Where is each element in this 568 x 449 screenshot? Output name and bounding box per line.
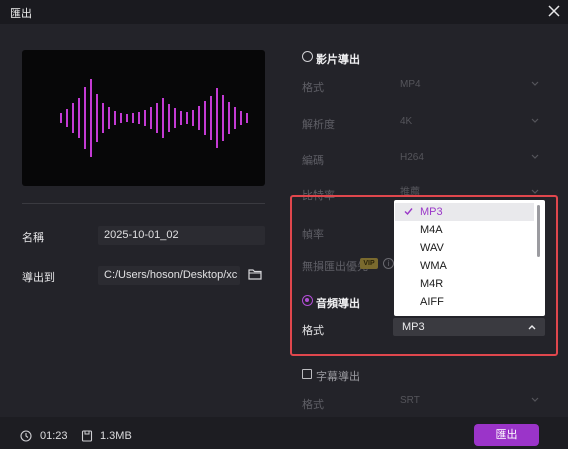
waveform-bar [114,111,116,125]
audio-format-select[interactable]: MP3 [393,318,545,336]
subtitle-format-value: SRT [400,395,420,406]
audio-option-aiff[interactable]: AIFF [395,293,534,311]
waveform-graphic [60,79,248,157]
vip-badge: VIP [360,258,378,269]
audio-format-value: MP3 [402,321,425,333]
chevron-down-icon [531,118,539,123]
audio-export-label: 音頻導出 [316,298,360,310]
audio-format-dropdown: MP3 M4A WAV WMA M4R AIFF [394,200,545,316]
info-icon[interactable]: i [383,258,394,269]
codec-label: 編碼 [302,155,324,167]
waveform-bar [240,111,242,125]
chevron-up-icon [528,325,536,330]
video-format-value: MP4 [400,79,421,90]
waveform-bar [102,103,104,133]
waveform-bar [162,98,164,138]
window-title: 匯出 [10,8,32,20]
waveform-bar [234,107,236,129]
name-label: 名稱 [22,232,44,244]
waveform-bar [132,113,134,123]
waveform-bar [210,96,212,140]
waveform-bar [150,107,152,129]
audio-option-m4r[interactable]: M4R [395,275,534,293]
bitrate-label: 比特率 [302,190,335,202]
video-format-select[interactable]: MP4 [392,76,545,94]
waveform-bar [204,101,206,135]
check-icon [404,208,413,216]
waveform-bar [90,79,92,157]
resolution-select[interactable]: 4K [392,113,545,131]
waveform-bar [96,94,98,142]
audio-option-label: M4R [420,278,444,290]
audio-option-label: WMA [420,260,447,272]
audio-option-wav[interactable]: WAV [395,239,534,257]
waveform-bar [228,102,230,134]
waveform-bar [126,114,128,122]
codec-select[interactable]: H264 [392,149,545,167]
lossless-label: 無損匯出優先 [302,261,368,273]
video-export-radio[interactable] [302,51,313,62]
file-icon [81,430,93,442]
subtitle-export-label: 字幕導出 [316,371,360,383]
chevron-down-icon [531,81,539,86]
waveform-bar [198,106,200,130]
audio-preview [22,50,265,186]
chevron-down-icon [531,397,539,402]
waveform-bar [138,112,140,124]
audio-option-label: AIFF [420,296,444,308]
waveform-bar [168,104,170,132]
video-export-label: 影片導出 [316,54,360,66]
waveform-bar [186,112,188,124]
subtitle-format-label: 格式 [302,399,324,411]
bitrate-value: 推薦 [400,187,420,198]
waveform-bar [180,111,182,125]
waveform-bar [120,113,122,123]
audio-option-mp3[interactable]: MP3 [395,203,534,221]
chevron-down-icon [531,189,539,194]
audio-option-wma[interactable]: WMA [395,257,534,275]
waveform-bar [60,113,62,123]
audio-option-label: MP3 [420,206,443,218]
close-icon[interactable] [546,3,562,19]
duration-text: 01:23 [40,430,68,442]
chevron-down-icon [531,154,539,159]
export-to-label: 導出到 [22,272,55,284]
waveform-bar [192,110,194,126]
subtitle-format-select[interactable]: SRT [392,392,545,410]
file-size-text: 1.3MB [100,430,132,442]
waveform-bar [66,109,68,127]
resolution-value: 4K [400,116,413,127]
export-button[interactable]: 匯出 [474,424,539,446]
audio-option-label: WAV [420,242,444,254]
waveform-bar [216,88,218,148]
video-format-label: 格式 [302,82,324,94]
audio-option-label: M4A [420,224,443,236]
waveform-bar [84,87,86,149]
waveform-bar [246,113,248,123]
audio-export-radio[interactable] [302,295,313,306]
subtitle-export-checkbox[interactable] [302,369,312,379]
audio-format-label: 格式 [302,325,324,337]
clock-icon [20,430,32,442]
waveform-bar [222,95,224,141]
framerate-label: 幀率 [302,229,324,241]
folder-icon[interactable] [248,268,262,280]
waveform-bar [156,103,158,133]
divider [22,203,265,204]
waveform-bar [174,108,176,128]
audio-option-m4a[interactable]: M4A [395,221,534,239]
waveform-bar [78,98,80,138]
resolution-label: 解析度 [302,119,335,131]
codec-value: H264 [400,152,424,163]
waveform-bar [72,103,74,133]
waveform-bar [108,107,110,129]
name-input[interactable]: 2025-10-01_02 [98,226,265,245]
dropdown-scrollbar[interactable] [537,205,540,257]
title-bar: 匯出 [0,0,568,24]
export-path-input[interactable]: C:/Users/hoson/Desktop/xc [98,266,240,285]
waveform-bar [144,110,146,126]
